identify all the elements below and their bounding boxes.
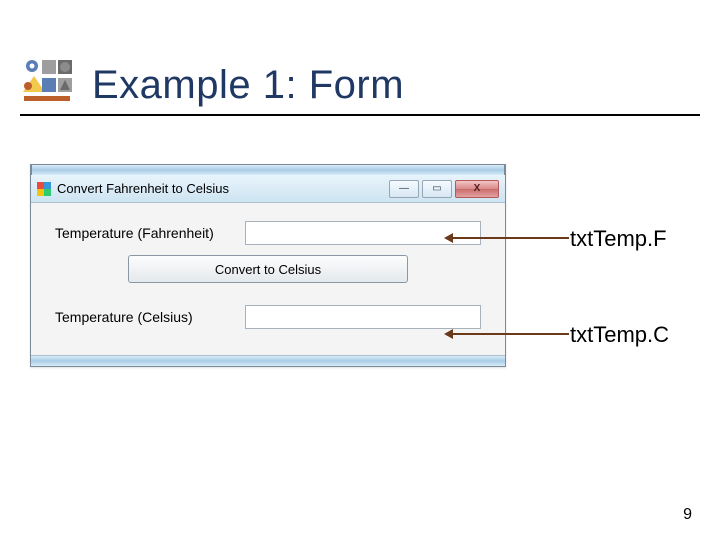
label-celsius: Temperature (Celsius) xyxy=(55,309,235,325)
slide-logo xyxy=(20,56,74,108)
window-control-buttons: — ▭ X xyxy=(389,180,499,198)
txtTempC-input[interactable] xyxy=(245,305,481,329)
close-icon: X xyxy=(474,183,481,194)
arrow-to-txtTempC xyxy=(447,333,569,335)
page-number: 9 xyxy=(683,506,692,524)
window-title: Convert Fahrenheit to Celsius xyxy=(57,181,383,196)
form-body: Temperature (Fahrenheit) Convert to Cels… xyxy=(31,203,505,355)
titlebar: Convert Fahrenheit to Celsius — ▭ X xyxy=(31,175,505,203)
annotation-txtTempF: txtTemp.F xyxy=(570,226,667,252)
window-glass-top xyxy=(31,164,505,175)
button-row: Convert to Celsius xyxy=(55,255,481,283)
row-fahrenheit: Temperature (Fahrenheit) xyxy=(55,221,481,245)
convert-button[interactable]: Convert to Celsius xyxy=(128,255,408,283)
maximize-button[interactable]: ▭ xyxy=(422,180,452,198)
row-celsius: Temperature (Celsius) xyxy=(55,305,481,329)
arrow-to-txtTempF xyxy=(447,237,569,239)
winforms-window: Convert Fahrenheit to Celsius — ▭ X Temp… xyxy=(30,164,506,367)
minimize-icon: — xyxy=(399,183,409,194)
minimize-button[interactable]: — xyxy=(389,180,419,198)
window-glass-bottom xyxy=(31,355,505,366)
app-icon xyxy=(37,182,51,196)
maximize-icon: ▭ xyxy=(432,183,441,194)
slide-header: Example 1: Form xyxy=(20,56,700,116)
close-button[interactable]: X xyxy=(455,180,499,198)
label-fahrenheit: Temperature (Fahrenheit) xyxy=(55,225,235,241)
annotation-txtTempC: txtTemp.C xyxy=(570,322,669,348)
slide-title: Example 1: Form xyxy=(92,63,404,108)
